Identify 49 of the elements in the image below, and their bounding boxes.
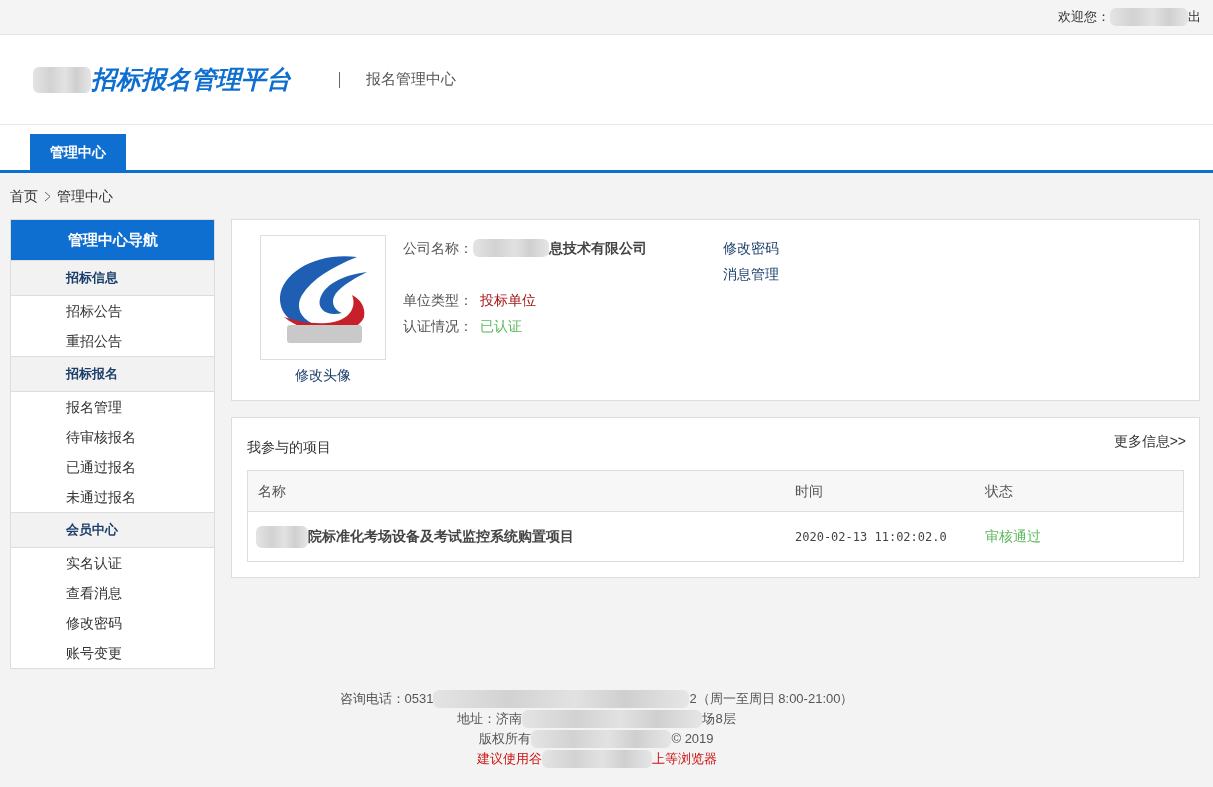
sidebar-section-header: 会员中心 xyxy=(11,512,214,548)
sidebar-item[interactable]: 查看消息 xyxy=(11,578,214,608)
change-avatar-link[interactable]: 修改头像 xyxy=(295,365,351,386)
project-name: 院标准化考场设备及考试监控系统购置项目 xyxy=(308,527,574,546)
unit-type-label: 单位类型： xyxy=(403,290,474,310)
copyright-text: 版权所有 xyxy=(479,730,532,748)
site-subtitle: 报名管理中心 xyxy=(366,69,456,90)
chevron-icon xyxy=(44,190,51,202)
projects-title: 我参与的项目 xyxy=(247,438,331,457)
sidebar-item[interactable]: 实名认证 xyxy=(11,548,214,578)
certification-label: 认证情况： xyxy=(403,316,474,336)
nav-tab[interactable]: 管理中心 xyxy=(30,134,126,170)
sidebar-section-header: 招标报名 xyxy=(11,356,214,392)
logout-link[interactable]: 出 xyxy=(1188,7,1201,27)
browser-hint-text: 建议使用谷 xyxy=(476,750,542,768)
company-label: 公司名称： xyxy=(403,238,473,258)
account-link[interactable]: 修改密码 xyxy=(723,238,779,258)
phone-text: 咨询电话：0531 xyxy=(339,690,434,708)
certification-value: 已认证 xyxy=(480,316,522,336)
breadcrumb-link[interactable]: 首页 xyxy=(10,185,38,207)
welcome-text: 欢迎您： xyxy=(1058,8,1110,27)
sidebar-item[interactable]: 重招公告 xyxy=(11,326,214,356)
redaction-mask xyxy=(256,525,308,548)
sidebar-section-header: 招标信息 xyxy=(11,260,214,296)
unit-type-value: 投标单位 xyxy=(480,290,536,310)
column-header: 名称 xyxy=(257,481,287,501)
address-text: 地址：济南 xyxy=(457,710,523,728)
sidebar-item[interactable]: 已通过报名 xyxy=(11,452,214,482)
sidebar-item[interactable]: 修改密码 xyxy=(11,608,214,638)
company-name: 息技术有限公司 xyxy=(549,238,647,258)
account-link[interactable]: 消息管理 xyxy=(723,264,779,284)
copyright-year-text: © 2019 xyxy=(671,730,714,748)
sidebar-item[interactable]: 待审核报名 xyxy=(11,422,214,452)
redaction-mask xyxy=(33,66,91,93)
project-status: 审核通过 xyxy=(985,527,1041,546)
project-time: 2020-02-13 11:02:02.0 xyxy=(795,528,948,546)
column-header: 状态 xyxy=(985,481,1013,501)
sidebar-item[interactable]: 报名管理 xyxy=(11,392,214,422)
address-end-text: 场8层 xyxy=(702,710,736,728)
more-link[interactable]: 更多信息>> xyxy=(1113,431,1186,452)
sidebar-title: 管理中心导航 xyxy=(11,220,214,260)
site-title: 招标报名管理平台 xyxy=(91,63,291,95)
column-header: 时间 xyxy=(795,481,824,501)
breadcrumb-link[interactable]: 管理中心 xyxy=(57,185,113,207)
sidebar-item[interactable]: 招标公告 xyxy=(11,296,214,326)
browser-hint-end-text: 上等浏览器 xyxy=(651,750,717,768)
sidebar-item[interactable]: 未通过报名 xyxy=(11,482,214,512)
sidebar-item[interactable]: 账号变更 xyxy=(11,638,214,668)
phone-hours-text: 2（周一至周日 8:00-21:00） xyxy=(689,690,854,708)
